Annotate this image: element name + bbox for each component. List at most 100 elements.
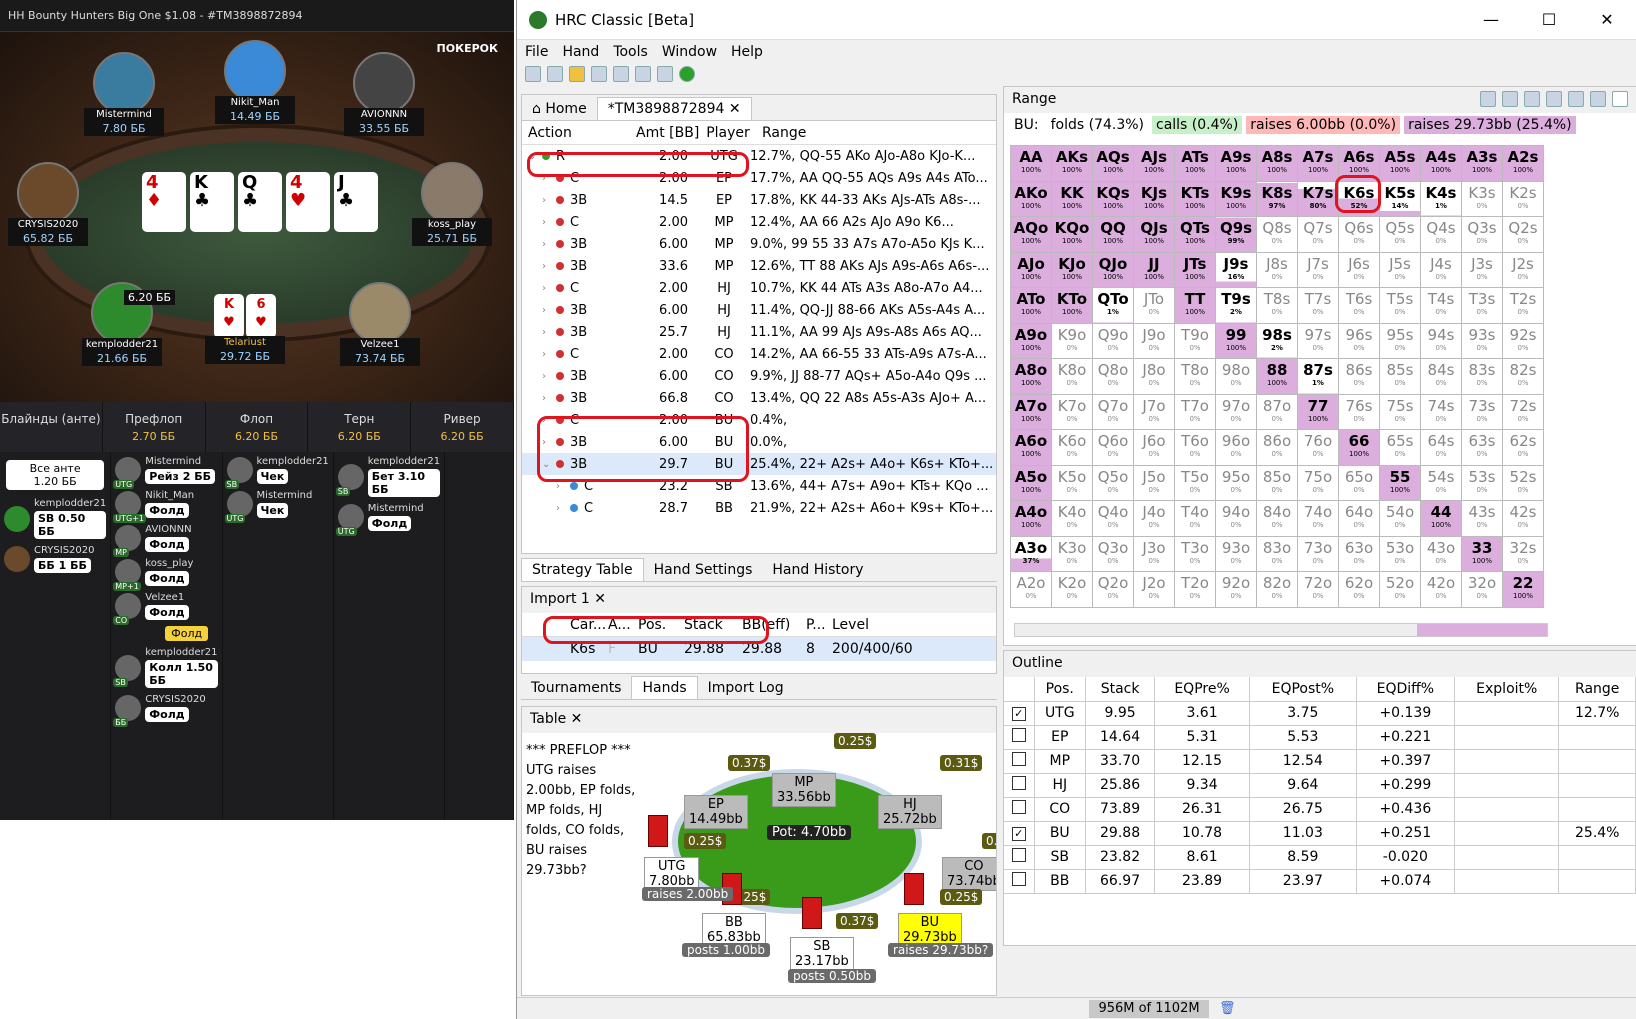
range-cell[interactable]: A2o 0% <box>1011 572 1052 608</box>
range-cell[interactable]: 97s 0% <box>1298 323 1339 359</box>
range-cell[interactable]: K7s 80% <box>1298 181 1339 217</box>
range-cell[interactable]: K8o 0% <box>1052 359 1093 395</box>
tab-import-log[interactable]: Import Log <box>698 677 794 699</box>
run-icon[interactable] <box>679 66 695 82</box>
range-cell[interactable]: T2o 0% <box>1175 572 1216 608</box>
range-cell[interactable]: T6s 0% <box>1339 288 1380 324</box>
tab-hand-settings[interactable]: Hand Settings <box>644 559 763 581</box>
view-mode-icon[interactable] <box>1568 91 1584 107</box>
street-flop[interactable]: Флоп 6.20 ББ <box>206 402 309 452</box>
range-cell[interactable]: T4s 0% <box>1421 288 1462 324</box>
range-cell[interactable]: J5s 0% <box>1380 252 1421 288</box>
row-checkbox[interactable]: ✓ <box>1004 821 1035 846</box>
range-cell[interactable]: A3o 37% <box>1011 536 1052 572</box>
legend-raise-allin[interactable]: raises 29.73bb (25.4%) <box>1404 116 1576 134</box>
col-eqdiff[interactable]: EQDiff% <box>1356 677 1456 702</box>
col-stack[interactable]: Stack <box>1085 677 1156 702</box>
range-cell[interactable]: KQs 100% <box>1093 181 1134 217</box>
range-cell[interactable]: 94s 0% <box>1421 323 1462 359</box>
range-cell[interactable]: J5o 0% <box>1134 465 1175 501</box>
range-cell[interactable]: 85s 0% <box>1380 359 1421 395</box>
col-range[interactable]: Range <box>1558 677 1636 702</box>
menu-help[interactable]: Help <box>731 44 763 60</box>
col-range[interactable]: Range <box>756 125 996 141</box>
seat-hj[interactable]: HJ 25.72bb <box>878 795 942 829</box>
range-cell[interactable]: J6o 0% <box>1134 430 1175 466</box>
expand-icon[interactable]: › <box>542 393 556 404</box>
range-cell[interactable]: QJs 100% <box>1134 217 1175 253</box>
range-cell[interactable]: 64s 0% <box>1421 430 1462 466</box>
range-cell[interactable]: 98s 2% <box>1257 323 1298 359</box>
checkbox[interactable] <box>1011 848 1026 862</box>
range-cell[interactable]: Q8o 0% <box>1093 359 1134 395</box>
range-cell[interactable]: 95s 0% <box>1380 323 1421 359</box>
expand-icon[interactable]: › <box>556 503 570 514</box>
checkbox[interactable] <box>1011 752 1026 766</box>
checkbox[interactable] <box>1011 728 1026 742</box>
range-cell[interactable]: A3s 100% <box>1462 146 1503 182</box>
checkbox[interactable]: ✓ <box>1011 707 1026 721</box>
range-cell[interactable]: 85o 0% <box>1257 465 1298 501</box>
range-cell[interactable]: 66 100% <box>1339 430 1380 466</box>
range-cell[interactable]: AQo 100% <box>1011 217 1052 253</box>
menu-hand[interactable]: Hand <box>562 44 599 60</box>
range-cell[interactable]: K2s 0% <box>1503 181 1544 217</box>
tree-row[interactable]: › 3B 66.8 CO 13.4%, QQ 22 A8s A5s-A3s AJo+ A… <box>522 387 996 409</box>
range-cell[interactable]: 42s 0% <box>1503 501 1544 537</box>
color-mode-icon[interactable] <box>1480 91 1496 107</box>
range-cell[interactable]: 52o 0% <box>1380 572 1421 608</box>
col-exploit[interactable]: Exploit% <box>1454 677 1560 702</box>
row-checkbox[interactable]: ✓ <box>1004 701 1035 726</box>
menu-tools[interactable]: Tools <box>613 44 648 60</box>
range-cell[interactable]: 96s 0% <box>1339 323 1380 359</box>
range-cell[interactable]: K9s 100% <box>1216 181 1257 217</box>
range-cell[interactable]: AQs 100% <box>1093 146 1134 182</box>
seat-velzee1[interactable]: Velzee1 73.74 ББ <box>340 282 420 366</box>
row-checkbox[interactable] <box>1004 725 1035 750</box>
row-checkbox[interactable] <box>1004 773 1035 798</box>
seat-co[interactable]: CO 73.74bb <box>942 857 996 891</box>
grid-view-icon[interactable] <box>1590 91 1606 107</box>
range-cell[interactable]: 43o 0% <box>1421 536 1462 572</box>
outline-row[interactable]: SB 23.82 8.61 8.59 -0.020 <box>1004 845 1636 870</box>
range-cell[interactable]: A5s 100% <box>1380 146 1421 182</box>
range-cell[interactable]: A7s 100% <box>1298 146 1339 182</box>
col-eqpost[interactable]: EQPost% <box>1249 677 1357 702</box>
range-cell[interactable]: 77 100% <box>1298 394 1339 430</box>
legend-calls[interactable]: calls (0.4%) <box>1152 116 1243 134</box>
range-cell[interactable]: J9s 16% <box>1216 252 1257 288</box>
tree-row[interactable]: › 3B 6.00 MP 9.0%, 99 55 33 A7s A7o-A5o KJs … <box>522 233 996 255</box>
range-cell[interactable]: K2o 0% <box>1052 572 1093 608</box>
range-cell[interactable]: 54s 0% <box>1421 465 1462 501</box>
range-cell[interactable]: 73o 0% <box>1298 536 1339 572</box>
expand-icon[interactable]: › <box>542 217 556 228</box>
range-cell[interactable]: 87s 1% <box>1298 359 1339 395</box>
range-cell[interactable]: AJo 100% <box>1011 252 1052 288</box>
range-cell[interactable]: 97o 0% <box>1216 394 1257 430</box>
range-cell[interactable]: 42o 0% <box>1421 572 1462 608</box>
close-tab-icon[interactable]: ✕ <box>594 591 606 607</box>
range-cell[interactable]: T5s 0% <box>1380 288 1421 324</box>
table-tab[interactable]: Table ✕ <box>522 707 996 733</box>
range-cell[interactable]: T6o 0% <box>1175 430 1216 466</box>
range-cell[interactable]: KK 100% <box>1052 181 1093 217</box>
range-cell[interactable]: Q6o 0% <box>1093 430 1134 466</box>
range-cell[interactable]: Q4s 0% <box>1421 217 1462 253</box>
range-cell[interactable]: K8s 97% <box>1257 181 1298 217</box>
range-cell[interactable]: JTs 100% <box>1175 252 1216 288</box>
tab-hand-history[interactable]: Hand History <box>762 559 873 581</box>
view-mode-icon[interactable] <box>1546 91 1562 107</box>
col-amount[interactable]: Amt [BB] <box>636 125 700 141</box>
filter-icon[interactable] <box>1612 91 1628 107</box>
range-cell[interactable]: 62s 0% <box>1503 430 1544 466</box>
range-cell[interactable]: A8o 100% <box>1011 359 1052 395</box>
scrollbar-thumb[interactable] <box>1417 624 1547 636</box>
range-cell[interactable]: 65o 0% <box>1339 465 1380 501</box>
col-eqpre[interactable]: EQPre% <box>1154 677 1250 702</box>
range-cell[interactable]: Q7s 0% <box>1298 217 1339 253</box>
range-cell[interactable]: J8o 0% <box>1134 359 1175 395</box>
range-cell[interactable]: 92o 0% <box>1216 572 1257 608</box>
range-cell[interactable]: A4o 100% <box>1011 501 1052 537</box>
range-cell[interactable]: T2s 0% <box>1503 288 1544 324</box>
range-cell[interactable]: K3o 0% <box>1052 536 1093 572</box>
